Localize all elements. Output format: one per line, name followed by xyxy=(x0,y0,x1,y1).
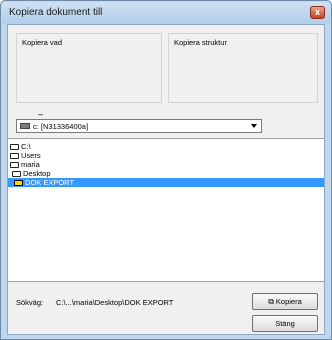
copy-button[interactable]: ⧉ Kopiera xyxy=(252,293,318,310)
drive-select[interactable]: c: [N31336400a] xyxy=(16,119,262,133)
tree-item-users[interactable]: Users xyxy=(10,151,41,160)
drive-select-value: c: [N31336400a] xyxy=(33,122,89,131)
path-label: Sökväg: xyxy=(16,298,44,307)
folder-open-icon xyxy=(10,144,19,150)
drive-icon xyxy=(20,123,30,129)
tree-item-desktop[interactable]: Desktop xyxy=(12,169,51,178)
title-bar[interactable]: Kopiera dokument till x xyxy=(2,2,330,24)
path-value: C:\...\maria\Desktop\DOK EXPORT xyxy=(56,298,174,307)
folder-icon xyxy=(14,180,23,186)
copy-structure-group: Kopiera struktur xyxy=(168,33,318,103)
tree-item-maria[interactable]: maria xyxy=(10,160,40,169)
folder-open-icon xyxy=(10,162,19,168)
close-button-label: Stäng xyxy=(275,319,295,328)
folder-open-icon xyxy=(12,171,21,177)
copy-what-label: Kopiera vad xyxy=(22,38,63,47)
close-button[interactable]: Stäng xyxy=(252,315,318,332)
copy-icon: ⧉ xyxy=(268,297,274,306)
chevron-down-icon[interactable] xyxy=(251,124,257,128)
copy-what-group: Kopiera vad xyxy=(16,33,162,103)
copy-document-dialog: Kopiera dokument till x Kopiera vad Kopi… xyxy=(0,0,332,340)
copy-structure-label: Kopiera struktur xyxy=(174,38,227,47)
copy-button-label: Kopiera xyxy=(275,297,302,306)
close-window-button[interactable]: x xyxy=(310,6,325,19)
folder-tree[interactable]: C:\ Users maria Desktop DOK EXPORT xyxy=(8,138,324,282)
dash-text: – xyxy=(38,109,44,119)
window-title: Kopiera dokument till xyxy=(9,7,103,18)
tree-item-dok-export[interactable]: DOK EXPORT xyxy=(8,178,324,187)
tree-item-root[interactable]: C:\ xyxy=(10,142,31,151)
folder-open-icon xyxy=(10,153,19,159)
dialog-body: Kopiera vad Kopiera struktur – c: [N3133… xyxy=(7,24,325,335)
